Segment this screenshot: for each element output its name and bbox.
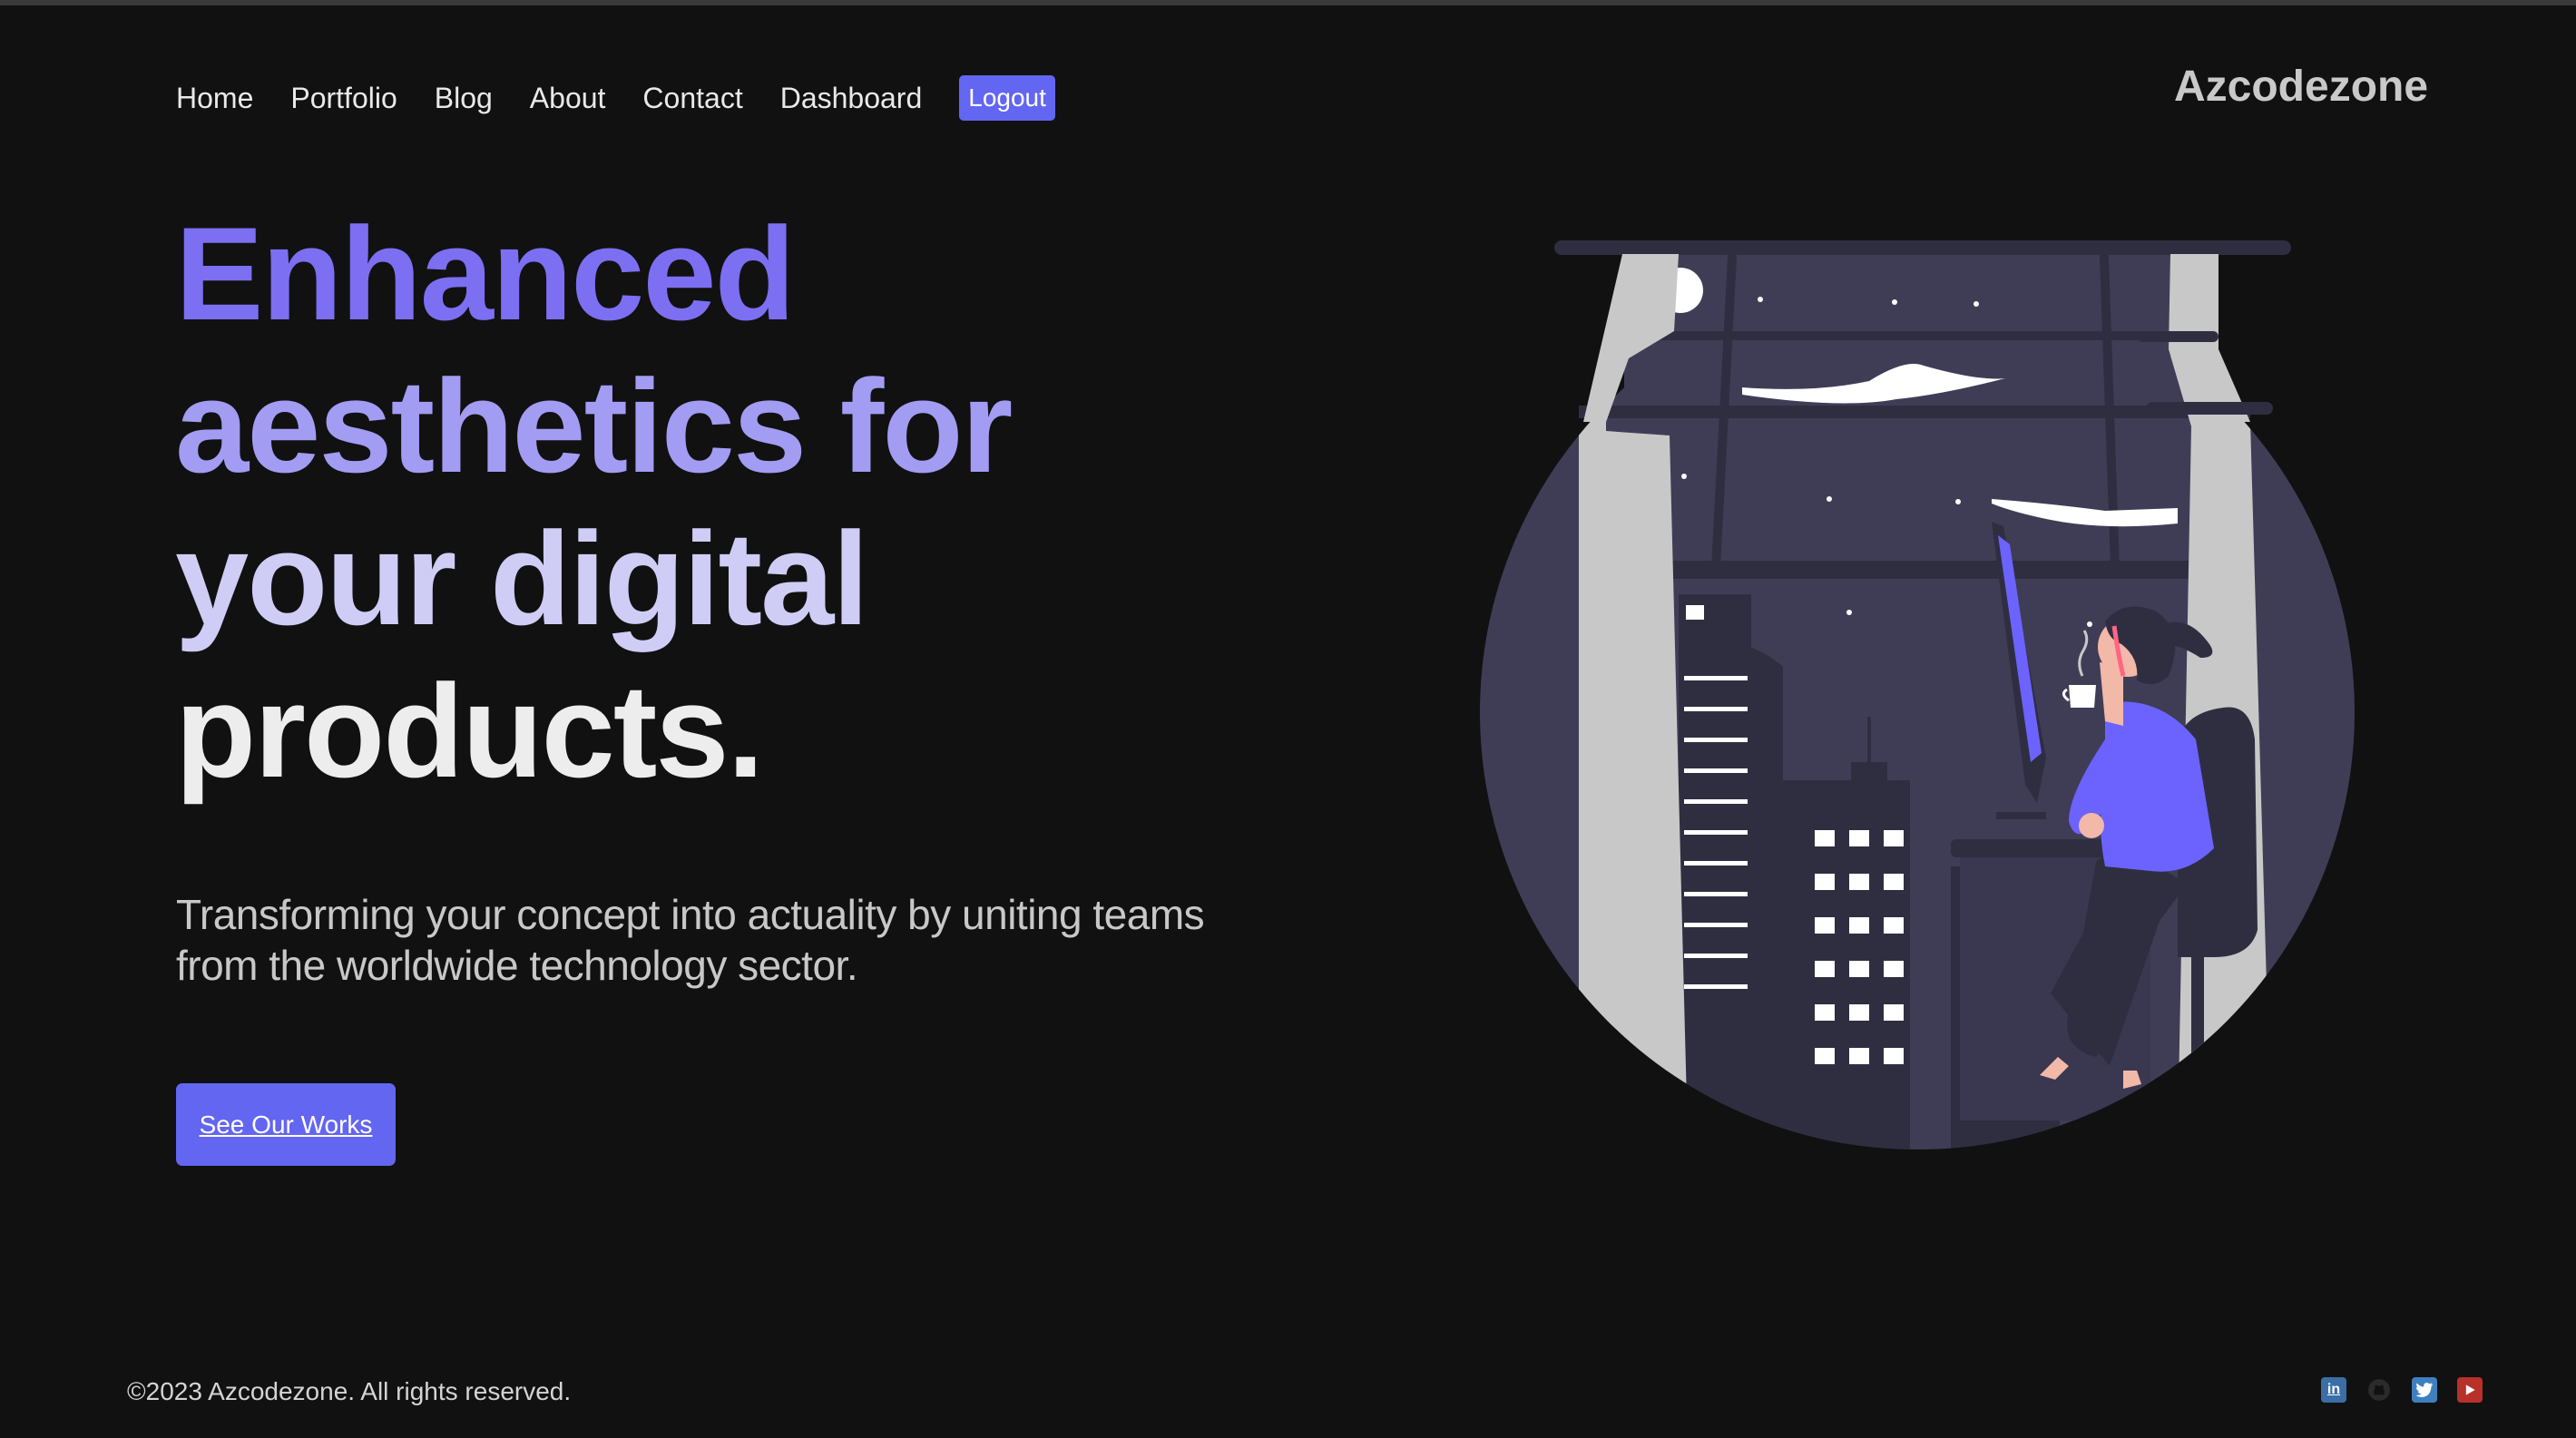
linkedin-icon[interactable]: in: [2321, 1377, 2346, 1403]
youtube-icon[interactable]: [2457, 1377, 2483, 1403]
linkedin-glyph: in: [2326, 1382, 2341, 1397]
headline-line-1: Enhanced: [175, 200, 796, 347]
hero-illustration: [1480, 240, 2355, 1149]
footer-copyright: ©2023 Azcodezone. All rights reserved.: [127, 1377, 572, 1405]
hero-subtitle: Transforming your concept into actuality…: [176, 891, 1205, 989]
curtain-rod: [1554, 240, 2291, 255]
github-icon[interactable]: [2366, 1377, 2392, 1403]
twitter-glyph: [2415, 1383, 2434, 1397]
monitor-stand: [1996, 812, 2046, 819]
brand-logo[interactable]: Azcodezone: [2174, 62, 2428, 112]
see-our-works-button[interactable]: See Our Works: [176, 1083, 396, 1166]
nav-blog[interactable]: Blog: [435, 74, 493, 122]
headline-line-3: your digital: [175, 504, 869, 652]
youtube-glyph: [2465, 1384, 2475, 1395]
nav-home[interactable]: Home: [176, 74, 253, 122]
logout-button[interactable]: Logout: [959, 75, 1055, 121]
curtain-tieback: [2137, 331, 2218, 342]
window-bar: [1606, 561, 2223, 579]
nav-about[interactable]: About: [530, 74, 606, 122]
nav-dashboard[interactable]: Dashboard: [780, 74, 923, 122]
github-glyph: [2368, 1379, 2390, 1401]
curtain-tieback: [2146, 402, 2273, 415]
nav-portfolio[interactable]: Portfolio: [290, 74, 397, 122]
window-top-border: [0, 0, 2576, 5]
headline-line-2: aesthetics for: [175, 352, 1013, 500]
headline-line-4: products.: [175, 657, 764, 805]
twitter-icon[interactable]: [2412, 1377, 2437, 1403]
window-bar: [1620, 331, 2218, 340]
main-nav: Home Portfolio Blog About Contact Dashbo…: [176, 74, 1055, 122]
social-links: in: [2321, 1376, 2483, 1404]
hero-headline: Enhanced aesthetics for your digital pro…: [175, 198, 1264, 807]
chair-leg: [2191, 957, 2204, 1102]
nav-contact[interactable]: Contact: [642, 74, 742, 122]
